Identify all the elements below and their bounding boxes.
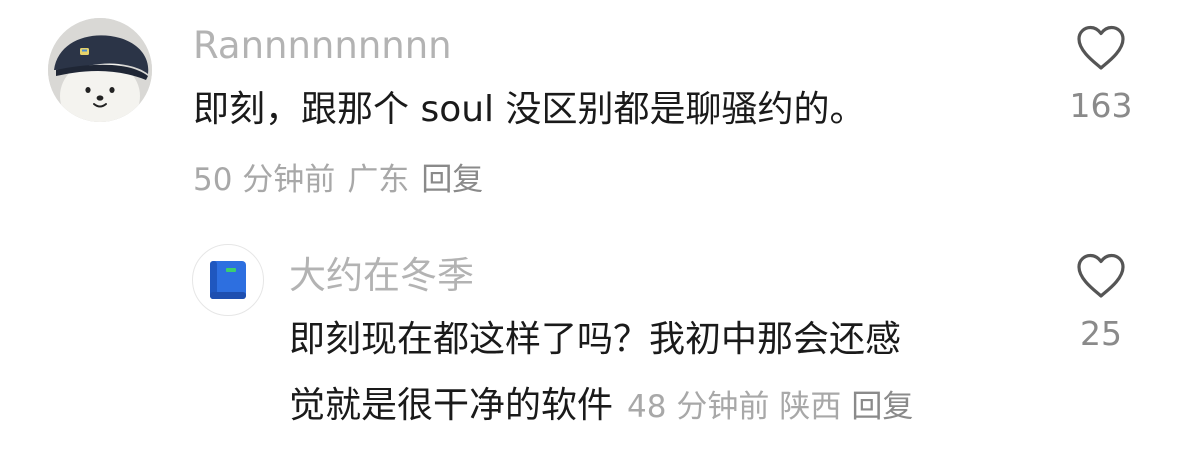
bear-beret-avatar-icon [48, 18, 152, 122]
user-avatar[interactable] [48, 18, 152, 122]
comment-like-count: 163 [1069, 86, 1133, 125]
heart-outline-icon[interactable] [1075, 252, 1127, 300]
comment-thread: Rannnnnnnnn 即刻，跟那个 soul 没区别都是聊骚约的。 50 分钟… [0, 0, 1179, 464]
reply-like[interactable]: 25 [1056, 252, 1146, 354]
reply-location: 陕西 [779, 389, 842, 425]
blue-book-avatar-icon [210, 261, 246, 299]
reply-meta: 48 分钟前 陕西 回复 [627, 389, 913, 425]
reply-like-count: 25 [1080, 314, 1122, 353]
comment-time: 50 分钟前 [193, 162, 336, 198]
reply-avatar[interactable] [192, 244, 264, 316]
comment-username[interactable]: Rannnnnnnnn [193, 24, 452, 68]
comment-like[interactable]: 163 [1056, 24, 1146, 126]
reply-username[interactable]: 大约在冬季 [289, 254, 474, 298]
reply-text-line2: 觉就是很干净的软件 [289, 385, 614, 426]
comment-reply-button[interactable]: 回复 [421, 162, 483, 198]
heart-outline-icon[interactable] [1075, 24, 1127, 72]
reply-text-line2-row: 觉就是很干净的软件 48 分钟前 陕西 回复 [289, 384, 913, 429]
comment-meta: 50 分钟前 广东 回复 [193, 160, 495, 200]
reply-reply-button[interactable]: 回复 [851, 389, 913, 425]
comment-location: 广东 [347, 162, 410, 198]
reply-time: 48 分钟前 [627, 389, 770, 425]
reply-text-line1: 即刻现在都这样了吗？我初中那会还感 [289, 319, 902, 360]
comment-text: 即刻，跟那个 soul 没区别都是聊骚约的。 [193, 89, 866, 130]
